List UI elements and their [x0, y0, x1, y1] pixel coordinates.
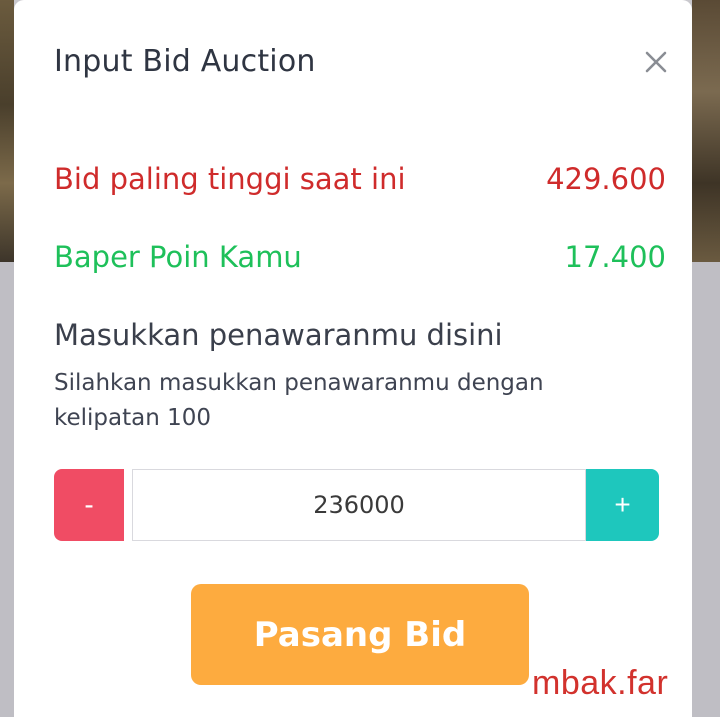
bid-section-title: Masukkan penawaranmu disini	[54, 318, 503, 352]
watermark-text: mbak.far	[532, 664, 669, 702]
highest-bid-row: Bid paling tinggi saat ini 429.600	[54, 162, 666, 196]
close-icon[interactable]	[642, 48, 670, 76]
points-row: Baper Poin Kamu 17.400	[54, 240, 666, 274]
place-bid-button[interactable]: Pasang Bid	[191, 584, 529, 685]
bid-modal: Input Bid Auction Bid paling tinggi saat…	[14, 0, 692, 717]
points-value: 17.400	[564, 240, 666, 274]
highest-bid-value: 429.600	[546, 162, 666, 196]
background-page-left	[0, 0, 14, 262]
background-page-right	[692, 0, 720, 262]
bid-amount-input[interactable]	[132, 469, 586, 541]
bid-amount-stepper: - +	[54, 469, 659, 541]
increment-button[interactable]: +	[586, 469, 659, 541]
background-overlay-right	[692, 262, 720, 717]
modal-title: Input Bid Auction	[54, 44, 316, 79]
background-overlay-left	[0, 262, 14, 717]
bid-helper-text: Silahkan masukkan penawaranmu dengan kel…	[54, 370, 544, 431]
decrement-button[interactable]: -	[54, 469, 124, 541]
highest-bid-label: Bid paling tinggi saat ini	[54, 162, 406, 196]
points-label: Baper Poin Kamu	[54, 240, 302, 274]
